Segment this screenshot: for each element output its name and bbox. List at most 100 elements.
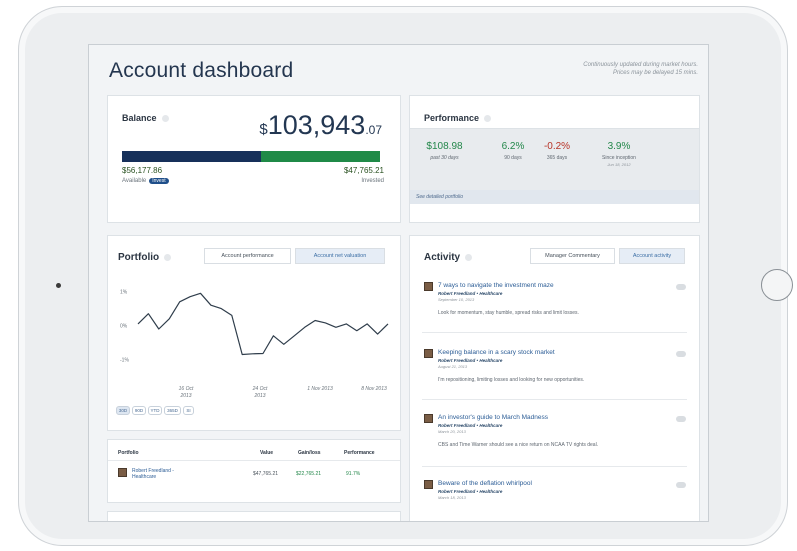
x-tick-label: 24 Oct <box>252 386 268 392</box>
page-title: Account dashboard <box>109 59 294 82</box>
help-icon[interactable] <box>164 253 172 261</box>
divider <box>422 399 687 400</box>
divider <box>108 460 400 461</box>
manager-avatar <box>424 282 433 291</box>
manager-avatar <box>118 468 127 477</box>
tab-manager-commentary[interactable]: Manager Commentary <box>530 248 615 264</box>
row-name-line: Healthcare <box>132 474 157 480</box>
activity-heading: Activity <box>424 252 473 263</box>
manager-avatar <box>424 414 433 423</box>
available-label: Available <box>122 178 147 184</box>
perf-label: 90 days <box>504 155 522 161</box>
col-portfolio: Portfolio <box>118 450 139 456</box>
balance-heading: Balance <box>122 113 169 123</box>
perf-value: 6.2% <box>501 141 525 152</box>
article-title-link[interactable]: 7 ways to navigate the investment maze <box>438 282 686 289</box>
range-ytd-button[interactable]: YTD <box>148 406 162 415</box>
perf-stat: 6.2% 90 days <box>494 141 532 161</box>
available-label-row: Available Invest <box>122 178 169 184</box>
col-gain-loss: Gain/loss <box>298 450 321 456</box>
article-excerpt: CBS and Time Warner should see a nice re… <box>438 442 599 448</box>
article-author: Robert Freedland • Healthcare <box>438 291 503 296</box>
portfolio-card: Portfolio Account performance Account ne… <box>107 235 401 431</box>
col-performance: Performance <box>344 450 375 456</box>
range-si-button[interactable]: SI <box>183 406 194 415</box>
y-tick-label: -1% <box>120 358 129 364</box>
perf-stat: -0.2% 365 days <box>538 141 576 161</box>
divider <box>422 466 687 467</box>
comment-icon[interactable] <box>676 482 686 488</box>
x-tick-label: 1 Nov 2013 <box>307 386 333 392</box>
help-icon[interactable] <box>465 253 473 261</box>
col-value: Value <box>260 450 274 456</box>
article-author: Robert Freedland • Healthcare <box>438 423 503 428</box>
x-tick-label: 16 Oct <box>179 386 194 392</box>
article-author: Robert Freedland • Healthcare <box>438 489 503 494</box>
comment-icon[interactable] <box>676 416 686 422</box>
performance-card: Performance $108.98 past 30 days 6.2% 90… <box>409 95 700 223</box>
perf-label: past 30 days <box>430 155 459 161</box>
activity-item[interactable]: Keeping balance in a scary stock market … <box>424 349 686 383</box>
x-tick-label: 2013 <box>253 393 265 399</box>
balance-split-bar <box>122 151 380 162</box>
comment-icon[interactable] <box>676 351 686 357</box>
article-title-link[interactable]: Keeping balance in a scary stock market <box>438 349 686 356</box>
balance-main: 103,943 <box>267 110 366 140</box>
article-date: August 21, 2013 <box>438 364 468 369</box>
x-tick-label: 8 Nov 2013 <box>361 386 387 392</box>
tab-account-activity[interactable]: Account activity <box>619 248 685 264</box>
series-line <box>137 292 389 356</box>
article-excerpt: Look for momentum, stay humble, spread r… <box>438 310 579 316</box>
article-title-link[interactable]: An investor's guide to March Madness <box>438 414 686 421</box>
article-excerpt: I'm repositioning, limiting losses and l… <box>438 377 585 383</box>
available-bar <box>122 151 262 162</box>
range-90d-button[interactable]: 90D <box>132 406 146 415</box>
balance-heading-label: Balance <box>122 113 157 123</box>
dashboard-screen: Account dashboard Continuously updated d… <box>88 44 709 522</box>
update-note-line: Continuously updated during market hours… <box>583 62 698 68</box>
portfolio-heading: Portfolio <box>118 252 172 263</box>
lower-card <box>107 511 401 521</box>
comment-icon[interactable] <box>676 284 686 290</box>
balance-cents: .07 <box>365 123 382 137</box>
performance-stats: $108.98 past 30 days 6.2% 90 days -0.2% … <box>410 128 699 204</box>
perf-value: $108.98 <box>426 141 463 152</box>
article-date: March 20, 2013 <box>438 429 466 434</box>
invested-bar <box>261 151 380 162</box>
divider <box>422 332 687 333</box>
performance-heading-label: Performance <box>424 113 480 123</box>
article-title-link[interactable]: Beware of the deflation whirlpool <box>438 480 686 487</box>
perf-label: 365 days <box>546 155 568 161</box>
performance-heading: Performance <box>424 113 492 123</box>
perf-stat: $108.98 past 30 days <box>422 141 467 161</box>
table-row-name[interactable]: Robert Freedland - Healthcare <box>132 468 174 480</box>
portfolio-line-chart: 1%0%-1%16 Oct201324 Oct20131 Nov 2013 8 N… <box>120 290 389 399</box>
manager-avatar <box>424 480 433 489</box>
activity-card: Activity Manager Commentary Account acti… <box>409 235 700 521</box>
manager-avatar <box>424 349 433 358</box>
invest-button[interactable]: Invest <box>149 178 169 184</box>
perf-sub: Jun 18, 2012 <box>607 162 631 167</box>
home-button[interactable] <box>761 269 793 301</box>
activity-item[interactable]: 7 ways to navigate the investment maze R… <box>424 282 686 316</box>
range-30d-button[interactable]: 30D <box>116 406 130 415</box>
tab-account-net-valuation[interactable]: Account net valuation <box>295 248 385 264</box>
portfolio-table: Portfolio Value Gain/loss Performance Ro… <box>107 439 401 503</box>
activity-item[interactable]: An investor's guide to March Madness Rob… <box>424 414 686 448</box>
article-date: March 18, 2013 <box>438 495 466 500</box>
invested-value: $47,765.21 <box>343 166 384 175</box>
range-365d-button[interactable]: 365D <box>164 406 181 415</box>
detailed-portfolio-link[interactable]: See detailed portfolio <box>410 190 699 204</box>
tab-account-performance[interactable]: Account performance <box>204 248 291 264</box>
update-note: Continuously updated during market hours… <box>538 61 698 77</box>
help-icon[interactable] <box>484 115 492 123</box>
help-icon[interactable] <box>161 115 169 123</box>
update-note-line: Prices may be delayed 15 mins. <box>612 70 698 76</box>
x-tick-label: 2013 <box>179 393 191 399</box>
available-value: $56,177.86 <box>122 166 163 175</box>
balance-amount: $103,943.07 <box>259 110 382 141</box>
article-date: September 10, 2013 <box>438 297 475 302</box>
balance-card: Balance $103,943.07 $56,177.86 $47,765.2… <box>107 95 401 223</box>
activity-item[interactable]: Beware of the deflation whirlpool Robert… <box>424 480 686 500</box>
perf-label: Since inception <box>602 155 636 161</box>
